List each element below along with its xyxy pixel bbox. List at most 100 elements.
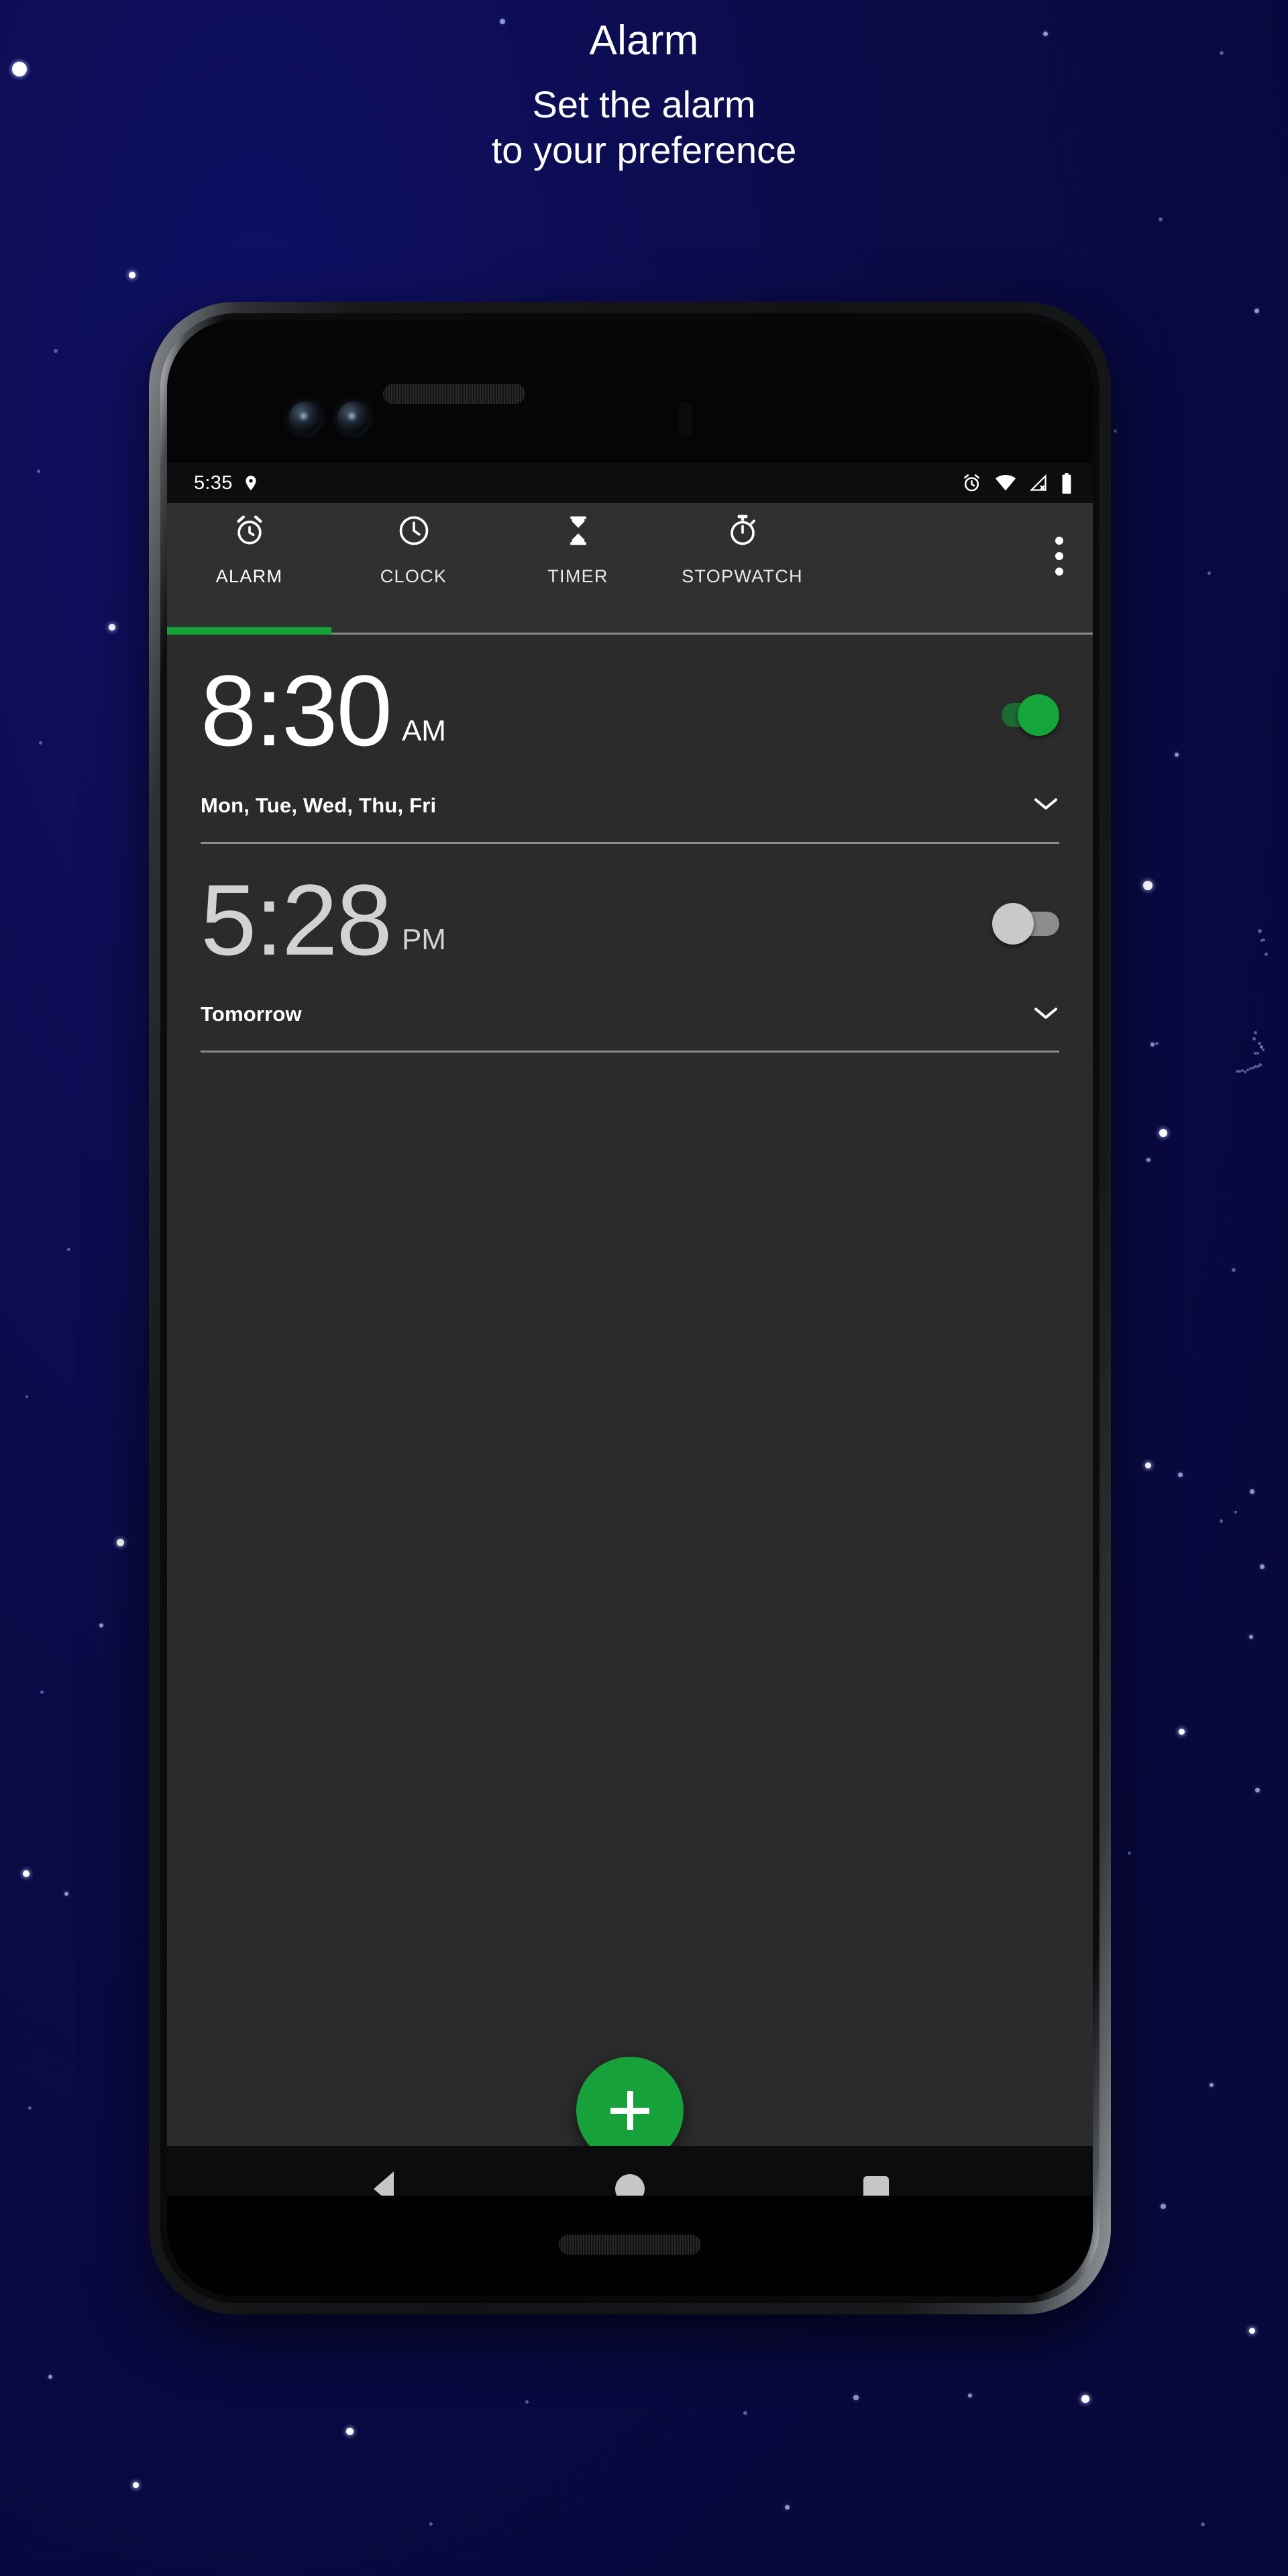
alarm-list: 8:30 AM Mon, Tue, Wed, Thu, Fri 5:28 PM …: [167, 635, 1093, 1053]
tab-clock[interactable]: CLOCK: [331, 510, 496, 587]
star: [1260, 939, 1263, 942]
star: [99, 1623, 103, 1627]
alarm-schedule-row: Tomorrow: [201, 1002, 1059, 1051]
star: [1128, 1851, 1131, 1855]
star: [1255, 1788, 1260, 1792]
tab-clock-label: CLOCK: [380, 566, 447, 586]
more-vertical-icon[interactable]: [1055, 537, 1063, 576]
page-title: Alarm: [589, 17, 699, 64]
star: [1249, 1635, 1253, 1639]
tab-timer[interactable]: TIMER: [496, 510, 660, 587]
status-bar-right: [961, 472, 1073, 494]
alarm-clock-icon: [964, 474, 979, 491]
star: [1159, 217, 1163, 221]
star: [1262, 1049, 1265, 1051]
star: [117, 1539, 124, 1546]
proximity-sensor-icon: [678, 402, 692, 437]
front-camera-icon: [289, 402, 321, 433]
headline-block: Alarm Set the alarm to your preference: [0, 0, 1288, 174]
star: [109, 624, 115, 631]
star: [25, 1395, 28, 1398]
star: [1256, 1052, 1259, 1055]
status-bar-clock: 5:35: [194, 472, 233, 494]
page-subtitle: Set the alarm to your preference: [0, 62, 1288, 174]
star: [28, 2106, 32, 2110]
tab-alarm[interactable]: ALARM: [167, 510, 331, 587]
star: [853, 2395, 859, 2400]
star: [346, 2428, 354, 2435]
star: [1208, 572, 1211, 575]
battery-full-icon: [1062, 472, 1071, 494]
chevron-down-icon[interactable]: [1032, 795, 1059, 816]
alarm-meridiem: AM: [401, 714, 446, 747]
star: [1249, 1067, 1252, 1070]
star: [1161, 2204, 1166, 2209]
subtitle-line-2: to your preference: [491, 129, 797, 172]
star: [1232, 1268, 1236, 1272]
star: [1252, 1037, 1256, 1040]
star: [1220, 1519, 1223, 1523]
star: [743, 2411, 747, 2415]
chevron-down-icon[interactable]: [1032, 1004, 1059, 1025]
tab-timer-label: TIMER: [547, 566, 608, 586]
alarm-meridiem: PM: [401, 923, 446, 956]
star: [1081, 2395, 1089, 2403]
tab-active-indicator: [167, 627, 331, 635]
subtitle-line-1: Set the alarm: [532, 83, 756, 125]
star: [54, 349, 58, 353]
tab-bar: ALARM CLOCK TIMER STOPWATCH: [167, 503, 1093, 635]
star: [1210, 2083, 1214, 2087]
star: [1145, 1462, 1151, 1468]
star: [1252, 1067, 1254, 1069]
front-camera-secondary-icon: [337, 402, 369, 433]
tab-stopwatch-label: STOPWATCH: [682, 566, 803, 586]
tab-stopwatch[interactable]: STOPWATCH: [660, 510, 824, 587]
tab-alarm-label: ALARM: [215, 566, 283, 586]
star: [1159, 1129, 1167, 1137]
alarm-schedule-row: Mon, Tue, Wed, Thu, Fri: [201, 794, 1059, 842]
alarm-enable-toggle[interactable]: [992, 694, 1059, 736]
star: [1155, 1042, 1159, 1045]
star: [1179, 1729, 1185, 1735]
toggle-thumb: [1018, 694, 1059, 736]
status-bar: 5:35: [167, 463, 1093, 503]
alarm-row[interactable]: 8:30 AM Mon, Tue, Wed, Thu, Fri: [201, 635, 1059, 844]
phone-bezel: 5:35 ALARM CLOCK TIMER STOPWATCH 8:30 AM…: [160, 313, 1099, 2303]
earpiece-speaker-icon: [383, 384, 525, 404]
star: [1238, 1070, 1241, 1073]
status-bar-left: 5:35: [194, 472, 260, 494]
star: [48, 2375, 52, 2379]
star: [1150, 1042, 1155, 1046]
star: [1201, 2522, 1205, 2526]
star: [525, 2400, 529, 2404]
star: [1244, 1071, 1246, 1073]
toggle-thumb: [992, 903, 1034, 945]
star: [1234, 1511, 1237, 1513]
alarm-time: 5:28: [201, 863, 392, 976]
alarm-time: 8:30: [201, 654, 392, 767]
plus-icon: [627, 2091, 633, 2130]
star: [129, 272, 136, 278]
alarm-enable-toggle[interactable]: [992, 903, 1059, 945]
star: [1254, 1031, 1257, 1034]
star: [40, 1690, 44, 1694]
top-bezel: [167, 320, 1093, 463]
alarm-row[interactable]: 5:28 PM Tomorrow: [201, 844, 1059, 1053]
alarm-time-row: 8:30 AM: [201, 654, 1059, 767]
star: [1143, 881, 1152, 890]
star: [429, 2522, 433, 2526]
clock-icon: [396, 510, 431, 551]
star: [1256, 1065, 1259, 1068]
star: [968, 2394, 972, 2398]
alarm-divider: [201, 1051, 1059, 1053]
star: [1258, 929, 1262, 933]
star: [1114, 429, 1117, 433]
star: [1241, 1069, 1244, 1072]
location-pin-icon: [246, 476, 256, 490]
star: [785, 2505, 790, 2510]
star: [39, 741, 42, 745]
star: [64, 1892, 68, 1896]
star: [1146, 1158, 1150, 1162]
star: [1254, 309, 1259, 313]
star: [1236, 1070, 1238, 1073]
